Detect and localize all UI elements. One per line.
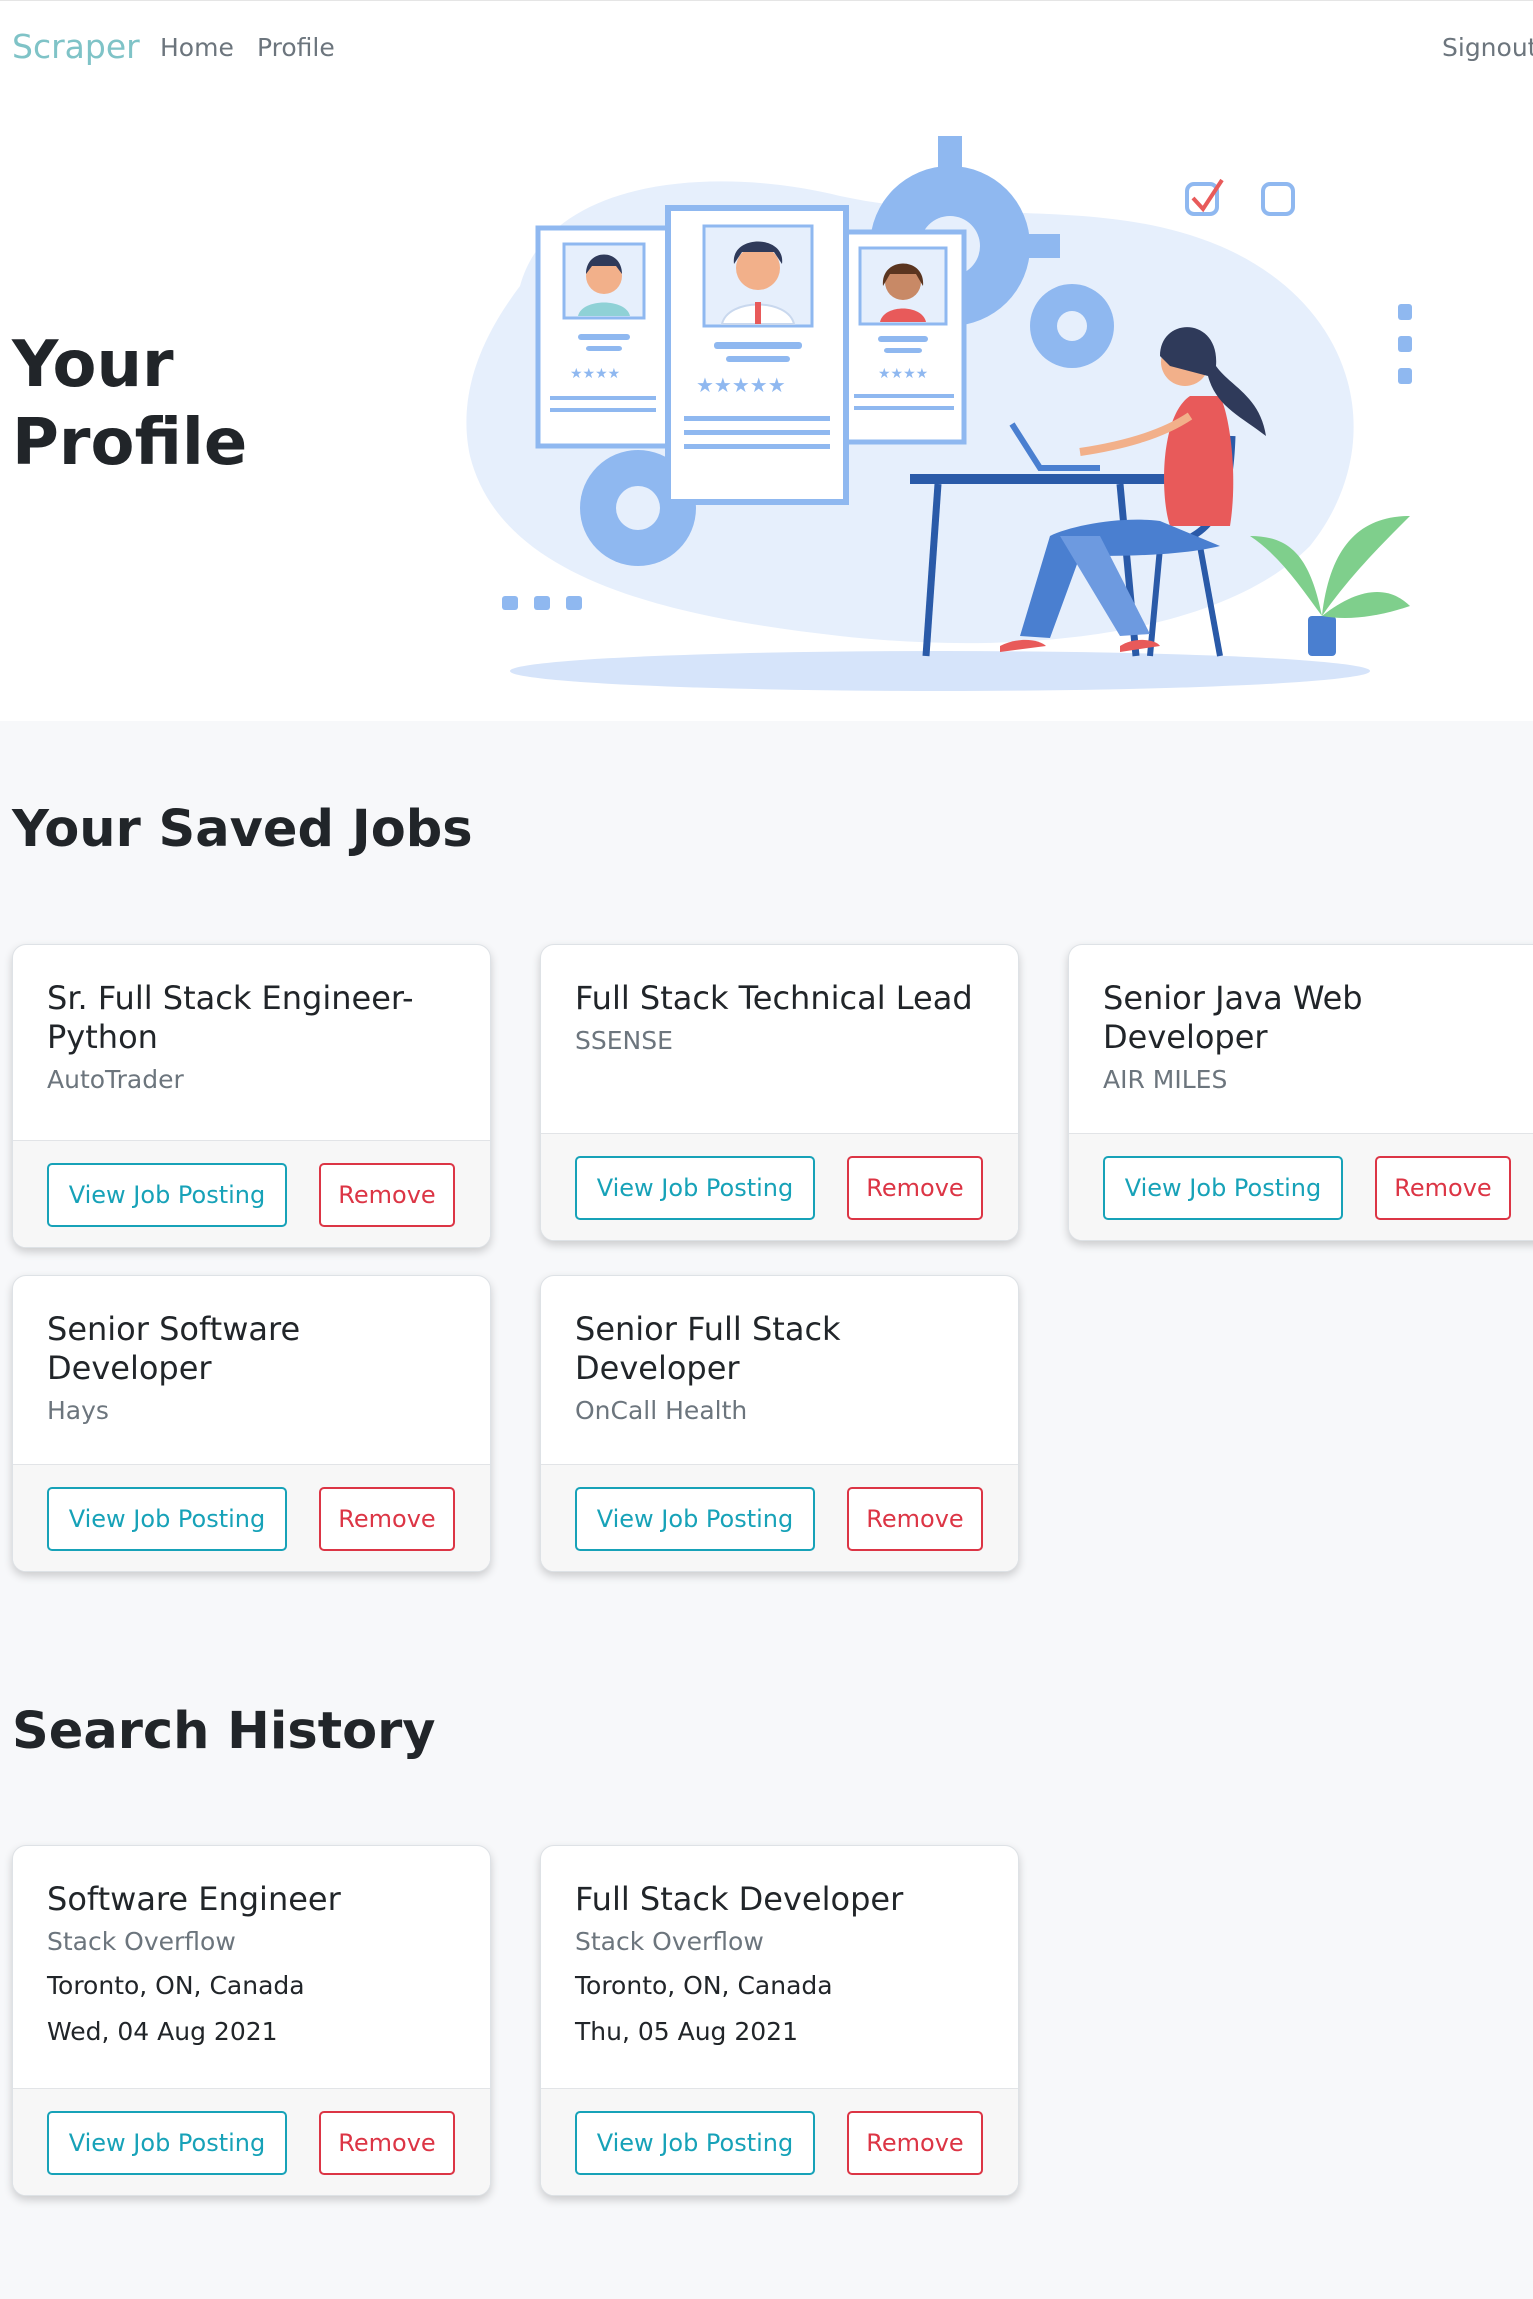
remove-button[interactable]: Remove [847, 1487, 983, 1551]
view-job-posting-button[interactable]: View Job Posting [575, 1156, 815, 1220]
view-job-posting-button[interactable]: View Job Posting [47, 2111, 287, 2175]
company-name: AutoTrader [47, 1065, 184, 1094]
card-footer: View Job Posting Remove [541, 2088, 1018, 2195]
job-title: Senior Software Developer [47, 1310, 301, 1387]
remove-button[interactable]: Remove [319, 2111, 455, 2175]
card-footer: View Job Posting Remove [541, 1133, 1018, 1240]
saved-job-card: Senior Software Developer Hays View Job … [12, 1275, 491, 1572]
job-title: Senior Java Web Developer [1103, 979, 1363, 1056]
svg-text:★★★★: ★★★★ [570, 366, 620, 382]
search-title: Software Engineer [47, 1880, 341, 1918]
search-location: Toronto, ON, Canada [47, 1971, 305, 2000]
search-date: Thu, 05 Aug 2021 [575, 2017, 798, 2046]
search-history-title: Search History [12, 1702, 436, 1761]
view-job-posting-button[interactable]: View Job Posting [575, 2111, 815, 2175]
job-title: Full Stack Technical Lead [575, 979, 973, 1017]
brand-logo[interactable]: Scraper [12, 27, 140, 66]
view-job-posting-button[interactable]: View Job Posting [47, 1487, 287, 1551]
company-name: OnCall Health [575, 1396, 748, 1425]
view-job-posting-button[interactable]: View Job Posting [575, 1487, 815, 1551]
remove-button[interactable]: Remove [319, 1163, 455, 1227]
remove-button[interactable]: Remove [847, 1156, 983, 1220]
nav-link-home[interactable]: Home [160, 33, 234, 62]
search-date: Wed, 04 Aug 2021 [47, 2017, 278, 2046]
search-history-card: Software Engineer Stack Overflow Toronto… [12, 1845, 491, 2196]
hero-section: Your Profile ★★★★ ★★★★ ★★★★★ [0, 96, 1533, 721]
svg-text:★★★★: ★★★★ [878, 366, 928, 382]
search-source: Stack Overflow [575, 1927, 764, 1956]
navbar: Scraper Home Profile Signout [0, 0, 1533, 96]
search-location: Toronto, ON, Canada [575, 1971, 833, 2000]
saved-job-card: Full Stack Technical Lead SSENSE View Jo… [540, 944, 1019, 1241]
card-footer: View Job Posting Remove [13, 1140, 490, 1247]
saved-jobs-title: Your Saved Jobs [12, 800, 473, 859]
profile-illustration: ★★★★ ★★★★ ★★★★★ [466, 136, 1412, 691]
company-name: Hays [47, 1396, 109, 1425]
saved-job-card: Senior Java Web Developer AIR MILES View… [1068, 944, 1533, 1241]
search-title: Full Stack Developer [575, 1880, 904, 1918]
nav-link-profile[interactable]: Profile [257, 33, 335, 62]
nav-link-signout[interactable]: Signout [1442, 33, 1533, 62]
saved-job-card: Senior Full Stack Developer OnCall Healt… [540, 1275, 1019, 1572]
search-source: Stack Overflow [47, 1927, 236, 1956]
search-history-card: Full Stack Developer Stack Overflow Toro… [540, 1845, 1019, 2196]
company-name: AIR MILES [1103, 1065, 1228, 1094]
page-title: Your Profile [12, 328, 248, 480]
card-footer: View Job Posting Remove [1069, 1133, 1533, 1240]
remove-button[interactable]: Remove [319, 1487, 455, 1551]
view-job-posting-button[interactable]: View Job Posting [1103, 1156, 1343, 1220]
view-job-posting-button[interactable]: View Job Posting [47, 1163, 287, 1227]
card-footer: View Job Posting Remove [541, 1464, 1018, 1571]
svg-text:★★★★★: ★★★★★ [696, 373, 786, 397]
company-name: SSENSE [575, 1026, 673, 1055]
job-title: Sr. Full Stack Engineer-Python [47, 979, 414, 1056]
remove-button[interactable]: Remove [847, 2111, 983, 2175]
card-footer: View Job Posting Remove [13, 1464, 490, 1571]
card-footer: View Job Posting Remove [13, 2088, 490, 2195]
job-title: Senior Full Stack Developer [575, 1310, 841, 1387]
remove-button[interactable]: Remove [1375, 1156, 1511, 1220]
saved-job-card: Sr. Full Stack Engineer-Python AutoTrade… [12, 944, 491, 1248]
